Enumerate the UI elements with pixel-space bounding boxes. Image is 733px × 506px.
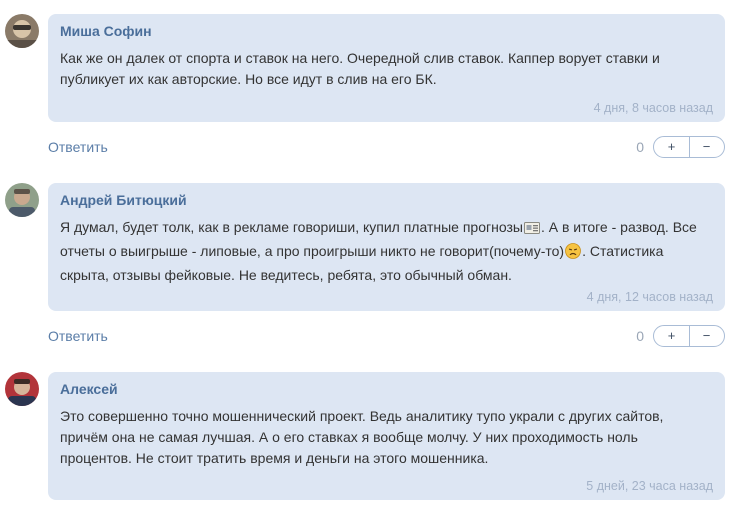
comment-text: Это совершенно точно мошеннический проек… bbox=[60, 408, 664, 466]
newspaper-emoji-icon bbox=[523, 220, 540, 241]
avatar[interactable] bbox=[5, 372, 39, 406]
comment-bubble: Алексей Это совершенно точно мошенническ… bbox=[48, 372, 725, 500]
vote-buttons: + − bbox=[653, 325, 725, 347]
comment-author[interactable]: Алексей bbox=[60, 380, 713, 398]
vote-score: 0 bbox=[636, 328, 644, 344]
reply-button[interactable]: Ответить bbox=[48, 327, 108, 345]
comment-author[interactable]: Миша Софин bbox=[60, 22, 713, 40]
comment-bubble: Андрей Битюцкий Я думал, будет толк, как… bbox=[48, 183, 725, 311]
comment-author[interactable]: Андрей Битюцкий bbox=[60, 191, 713, 209]
downvote-button[interactable]: − bbox=[689, 326, 724, 346]
upvote-button[interactable]: + bbox=[654, 326, 689, 346]
avatar[interactable] bbox=[5, 183, 39, 217]
vote-buttons: + − bbox=[653, 136, 725, 158]
comment-actions: Ответить 0 + − bbox=[48, 325, 725, 349]
comment-timestamp: 4 дня, 8 часов назад bbox=[593, 101, 713, 115]
disappointed-face-emoji-icon bbox=[565, 243, 581, 265]
comment-text-part: Я думал, будет толк, как в рекламе говор… bbox=[60, 219, 523, 235]
comment-actions: Ответить 0 + − bbox=[48, 136, 725, 160]
comment-bubble: Миша Софин Как же он далек от спорта и с… bbox=[48, 14, 725, 122]
comment-timestamp: 4 дня, 12 часов назад bbox=[586, 290, 713, 304]
comment-text: Я думал, будет толк, как в рекламе говор… bbox=[60, 217, 713, 286]
upvote-button[interactable]: + bbox=[654, 137, 689, 157]
vote-score: 0 bbox=[636, 139, 644, 155]
reply-button[interactable]: Ответить bbox=[48, 138, 108, 156]
avatar[interactable] bbox=[5, 14, 39, 48]
comment-text: Как же он далек от спорта и ставок на не… bbox=[60, 50, 660, 87]
downvote-button[interactable]: − bbox=[689, 137, 724, 157]
comment-timestamp: 5 дней, 23 часа назад bbox=[586, 479, 713, 493]
